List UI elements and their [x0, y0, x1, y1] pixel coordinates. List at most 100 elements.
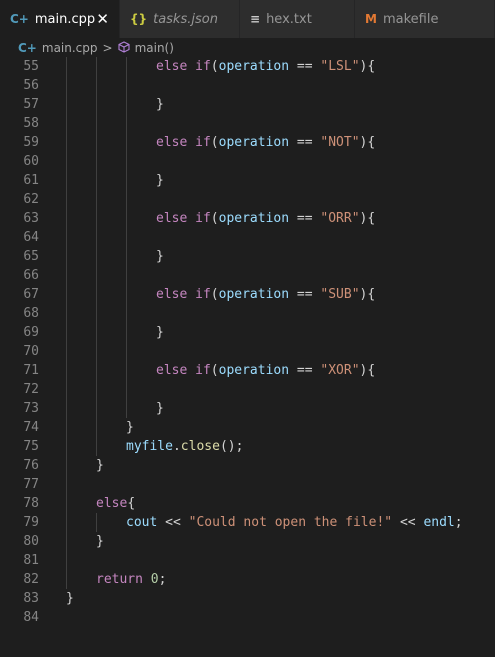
code-line[interactable]: 67 else if(operation == "SUB"){	[0, 285, 495, 304]
line-number: 71	[23, 363, 39, 378]
code-line[interactable]: 77	[0, 475, 495, 494]
code-line[interactable]: 69}	[0, 323, 495, 342]
code-token: (	[210, 135, 219, 150]
code-text: else if(operation == "ORR"){	[156, 209, 375, 228]
line-number: 61	[23, 173, 39, 188]
code-line[interactable]: 73}	[0, 399, 495, 418]
tab-hex-txt[interactable]: ≡ hex.txt	[240, 0, 355, 38]
code-line[interactable]: 61}	[0, 171, 495, 190]
code-line[interactable]: 70	[0, 342, 495, 361]
indent-guide	[66, 304, 67, 323]
code-text: }	[156, 323, 164, 342]
code-token: }	[156, 249, 164, 264]
code-line[interactable]: 66	[0, 266, 495, 285]
indent-guide	[96, 437, 97, 456]
code-line[interactable]: 55 else if(operation == "LSL"){	[0, 57, 495, 76]
code-line[interactable]: 72	[0, 380, 495, 399]
code-token: }	[126, 420, 134, 435]
breadcrumb-symbol[interactable]: main()	[135, 41, 174, 55]
code-text: }	[96, 532, 104, 551]
code-line[interactable]: 62	[0, 190, 495, 209]
code-line[interactable]: 71 else if(operation == "XOR"){	[0, 361, 495, 380]
code-line[interactable]: 78 else{	[0, 494, 495, 513]
line-number: 79	[23, 515, 39, 530]
code-token: (	[210, 363, 219, 378]
code-line[interactable]: 83}	[0, 589, 495, 608]
indent-guide	[96, 399, 97, 418]
code-line[interactable]: 64	[0, 228, 495, 247]
line-number: 80	[23, 534, 39, 549]
breadcrumb-file[interactable]: main.cpp	[42, 41, 98, 55]
indent-guide	[66, 513, 67, 532]
code-line[interactable]: 80}	[0, 532, 495, 551]
text-file-icon: ≡	[250, 12, 261, 26]
tab-tasks-json[interactable]: {} tasks.json	[120, 0, 240, 38]
indent-guide	[96, 285, 97, 304]
indent-guide	[96, 513, 97, 532]
code-token: (	[210, 287, 219, 302]
indent-guide	[96, 209, 97, 228]
code-text: else if(operation == "SUB"){	[156, 285, 375, 304]
code-token: else	[156, 59, 188, 74]
code-token: }	[66, 591, 74, 606]
indent-guide	[66, 57, 67, 76]
code-token: 0	[150, 572, 159, 587]
code-token: ){	[359, 59, 376, 74]
code-token: ();	[219, 439, 244, 454]
indent-guide	[66, 437, 67, 456]
line-number: 72	[23, 382, 39, 397]
code-line[interactable]: 75 myfile.close();	[0, 437, 495, 456]
code-line[interactable]: 57}	[0, 95, 495, 114]
code-line[interactable]: 76}	[0, 456, 495, 475]
code-token: }	[156, 97, 164, 112]
code-text: }	[156, 171, 164, 190]
indent-guide	[96, 133, 97, 152]
code-token: if	[195, 211, 211, 226]
code-text: }	[126, 418, 134, 437]
indent-guide	[96, 266, 97, 285]
code-token: <<	[157, 515, 189, 530]
line-number: 58	[23, 116, 39, 131]
code-line[interactable]: 58	[0, 114, 495, 133]
code-token: myfile	[126, 439, 173, 454]
indent-guide	[96, 247, 97, 266]
indent-guide	[66, 323, 67, 342]
code-token: else	[156, 363, 188, 378]
code-token: (	[210, 211, 219, 226]
code-token: }	[96, 458, 104, 473]
code-text: myfile.close();	[126, 437, 243, 456]
code-line[interactable]: 59 else if(operation == "NOT"){	[0, 133, 495, 152]
breadcrumb-separator: >	[102, 41, 113, 55]
code-token: <<	[392, 515, 424, 530]
code-line[interactable]: 74}	[0, 418, 495, 437]
code-line[interactable]: 81	[0, 551, 495, 570]
code-token: ;	[454, 515, 463, 530]
tab-makefile[interactable]: M makefile	[355, 0, 495, 38]
code-token: operation	[218, 363, 290, 378]
code-line[interactable]: 79 cout << "Could not open the file!" << …	[0, 513, 495, 532]
code-line[interactable]: 60	[0, 152, 495, 171]
code-text: else{	[96, 494, 135, 513]
indent-guide	[66, 133, 67, 152]
code-token: ){	[359, 211, 376, 226]
line-number: 73	[23, 401, 39, 416]
code-editor[interactable]: 55 else if(operation == "LSL"){56 57} 58 59 e…	[0, 57, 495, 657]
indent-guide	[96, 380, 97, 399]
code-line[interactable]: 63 else if(operation == "ORR"){	[0, 209, 495, 228]
code-line[interactable]: 68	[0, 304, 495, 323]
tab-label: tasks.json	[153, 11, 218, 27]
code-text: }	[66, 589, 74, 608]
indent-guide	[126, 171, 127, 190]
code-line[interactable]: 82 return 0;	[0, 570, 495, 589]
code-token: "LSL"	[320, 59, 360, 74]
tab-label: main.cpp	[34, 11, 96, 27]
code-line[interactable]: 84	[0, 608, 495, 627]
code-text: else if(operation == "LSL"){	[156, 57, 375, 76]
tab-main-cpp[interactable]: C+ main.cpp ✕	[0, 0, 120, 38]
code-token: "Could not open the file!"	[188, 515, 393, 530]
line-number: 63	[23, 211, 39, 226]
code-line[interactable]: 65}	[0, 247, 495, 266]
code-line[interactable]: 56	[0, 76, 495, 95]
close-icon[interactable]: ✕	[96, 10, 109, 28]
